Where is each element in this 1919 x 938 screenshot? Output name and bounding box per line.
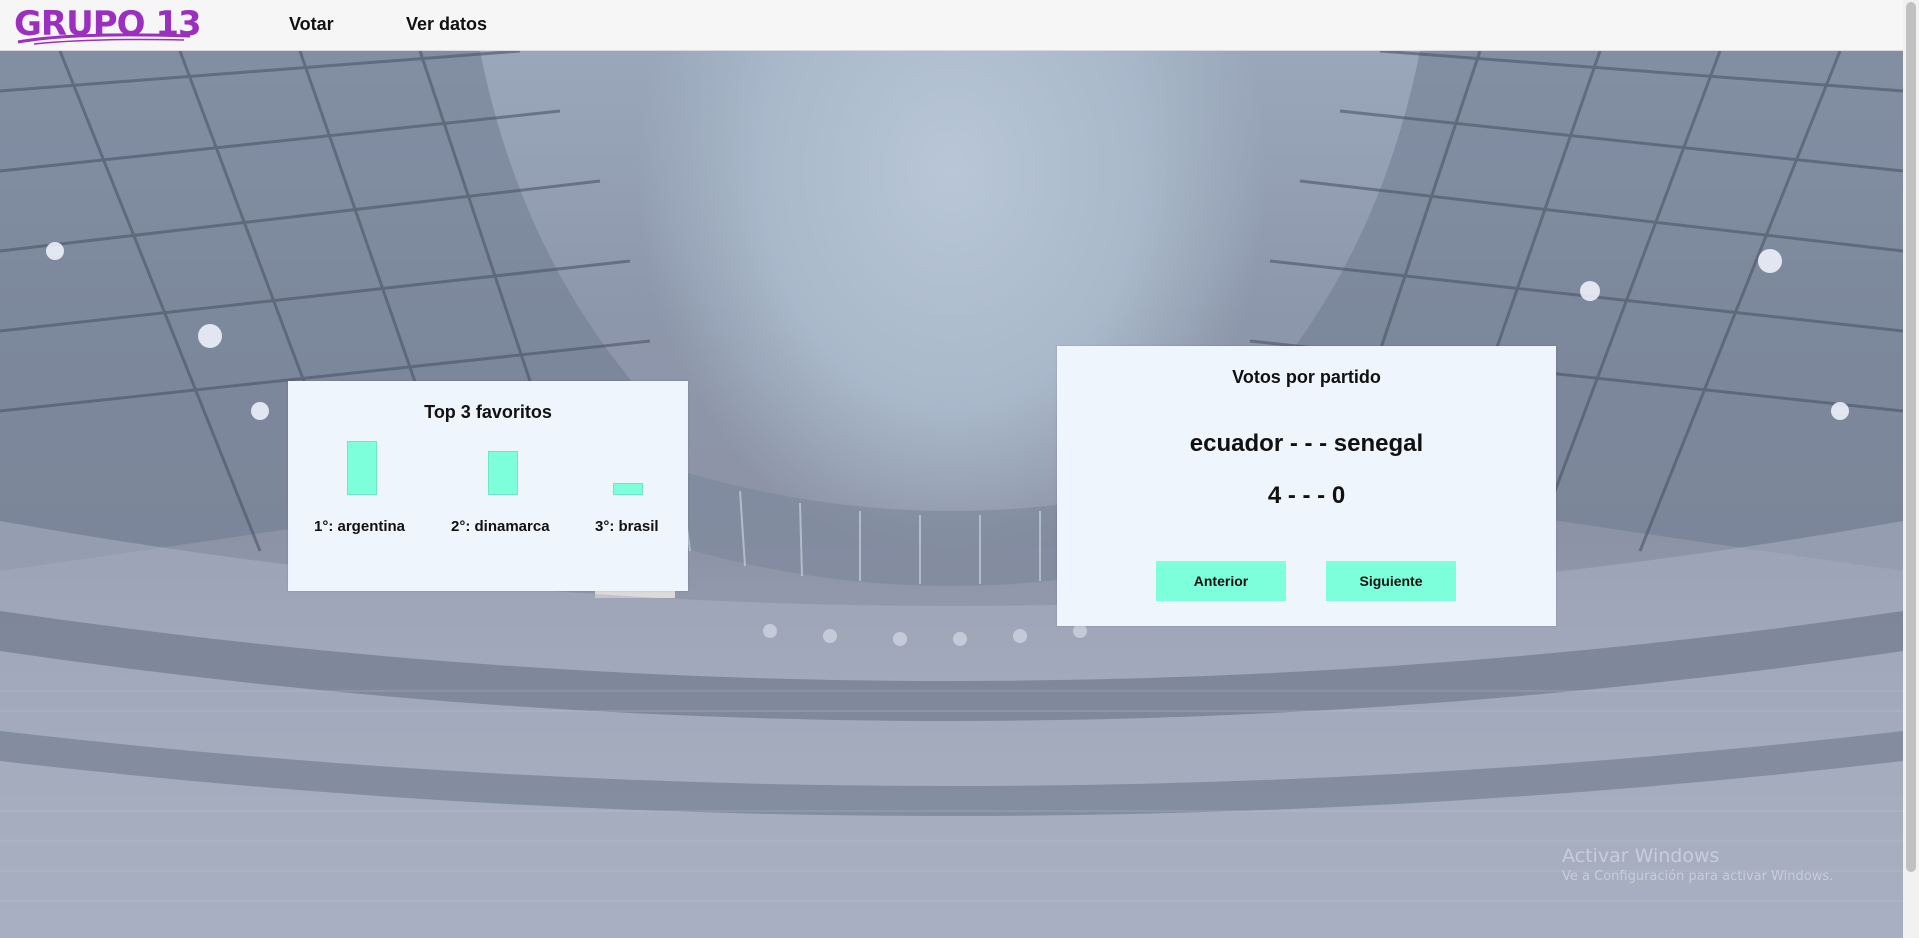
nav-link-ver-datos[interactable]: Ver datos (406, 14, 487, 35)
windows-activation-watermark: Activar Windows Ve a Configuración para … (1562, 845, 1833, 884)
scrollbar-thumb[interactable] (1906, 2, 1916, 872)
next-button[interactable]: Siguiente (1326, 561, 1456, 601)
top3-label-third: 3°: brasil (595, 518, 659, 535)
votes-title: Votos por partido (1232, 367, 1381, 387)
top3-label-first: 1°: argentina (314, 518, 406, 535)
nav-link-votar[interactable]: Votar (289, 14, 334, 35)
stadium-background (0, 51, 1903, 938)
previous-button[interactable]: Anterior (1156, 561, 1286, 601)
vertical-scrollbar[interactable] (1903, 0, 1919, 938)
match-score: 4 - - - 0 (1267, 482, 1346, 509)
watermark-subtitle: Ve a Configuración para activar Windows. (1562, 869, 1834, 884)
top3-card: Top 3 favoritos 1°: argentina 2°: dinama… (288, 381, 688, 591)
logo-swoosh-icon (17, 33, 191, 45)
top3-bar-second (488, 451, 518, 495)
top3-title: Top 3 favoritos (424, 402, 552, 422)
top3-label-second: 2°: dinamarca (451, 518, 550, 535)
stadium-illustration (0, 51, 1903, 938)
top3-bar-first (347, 441, 377, 495)
match-teams: ecuador - - - senegal (1189, 430, 1424, 457)
watermark-title: Activar Windows (1562, 845, 1720, 867)
votes-card: Votos por partido ecuador - - - senegal … (1057, 346, 1556, 626)
top3-bar-third (613, 483, 643, 495)
top-navbar: GRUPO 13 Votar Ver datos (0, 0, 1903, 51)
